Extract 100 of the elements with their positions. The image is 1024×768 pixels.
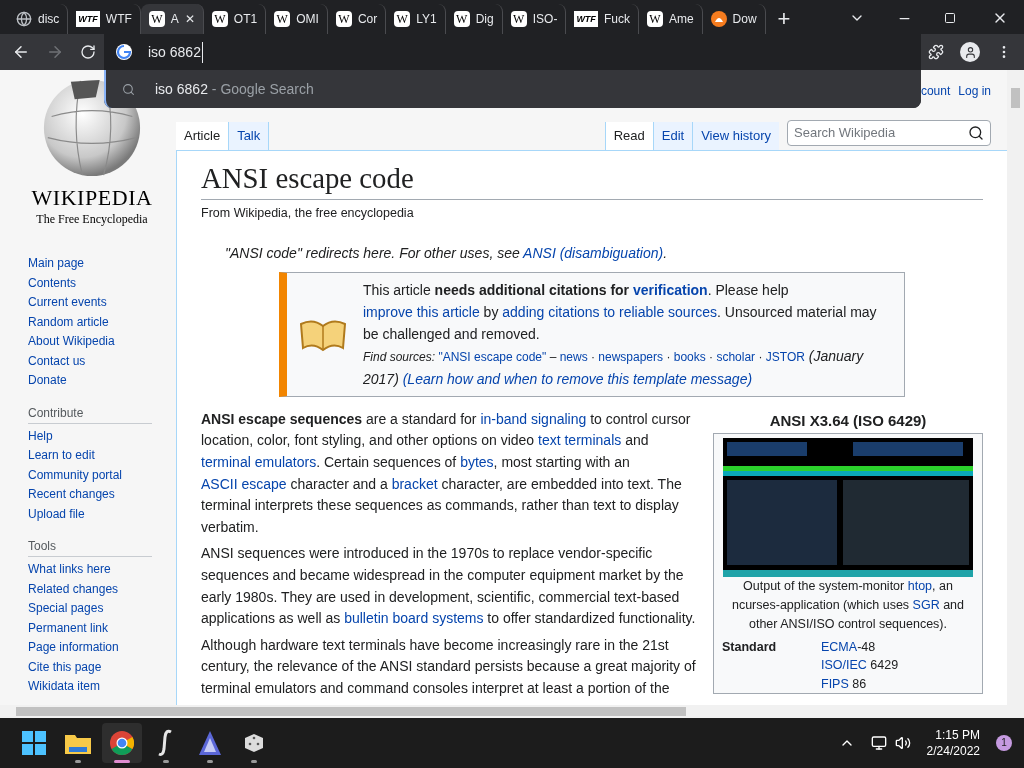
page-tab[interactable]: Talk	[229, 122, 270, 150]
flame-icon	[710, 11, 727, 27]
link[interactable]: newspapers	[598, 349, 664, 364]
nav-link[interactable]: Learn to edit	[28, 446, 152, 466]
link[interactable]: ANSI (disambiguation)	[523, 244, 664, 261]
link[interactable]: text terminals	[538, 432, 622, 449]
link[interactable]: improve this article	[363, 303, 480, 320]
triangle-icon[interactable]	[198, 730, 222, 756]
nav-link[interactable]: Donate	[28, 371, 152, 391]
link[interactable]: books	[673, 349, 706, 364]
link[interactable]: "ANSI escape code"	[438, 349, 547, 364]
link[interactable]: ISO/IEC	[821, 658, 867, 673]
link[interactable]: ASCII escape	[201, 475, 287, 492]
link[interactable]: ECMA	[821, 639, 858, 654]
profile-icon[interactable]	[960, 42, 980, 62]
extensions-icon[interactable]	[928, 44, 944, 60]
nav-heading: Tools	[28, 538, 152, 557]
nav-link[interactable]: Community portal	[28, 465, 152, 485]
page-tab[interactable]: Article	[176, 122, 230, 150]
folder-icon[interactable]	[65, 732, 91, 754]
paragraph: Although hardware text terminals have become increasingly rare in the 21st century, the relevance of the ANSI standard persists because a great majority of terminal emulators and command consoles interpret at least a portion of the	[201, 635, 697, 698]
page-tab[interactable]: Edit	[652, 122, 693, 150]
paragraph: ANSI sequences were introduced in the 1970s to replace vendor-specific sequences and became widespread in the computer equipment market by the early 1980s. They are used in development, scientific, commercial text-based applications as well as bulletin board systems to offer standardized functionality.	[201, 544, 697, 629]
notification-badge[interactable]: 1	[996, 735, 1012, 751]
reload-icon[interactable]	[80, 44, 96, 60]
nav-link[interactable]: Cite this page	[28, 657, 152, 677]
nav-link[interactable]: About Wikipedia	[28, 332, 152, 352]
horizontal-scrollbar[interactable]	[0, 705, 1024, 718]
clock[interactable]: 1:15 PM 2/24/2022	[926, 727, 980, 759]
network-icon[interactable]	[870, 735, 887, 751]
nav-link[interactable]: Random article	[28, 312, 152, 332]
tab-title: OT1	[233, 11, 258, 28]
taskbar-button[interactable]	[102, 723, 142, 763]
wiki-favicon: W	[453, 11, 470, 27]
paragraph: ANSI escape sequences are a standard for in-band signaling to control cursor location, color, font styling, and other options on video text terminals and terminal emulators. Certain sequences of bytes, most starting with an ASCII escape character and a bracket character, are embedded into text. The terminal interprets these sequences as commands, rather than text to display verbatim.	[201, 409, 692, 537]
tab-title: Fuck	[603, 11, 630, 28]
close-tab-button[interactable]: ✕	[184, 10, 195, 28]
vertical-scrollbar[interactable]	[1007, 70, 1024, 705]
nav-link[interactable]: What links here	[28, 560, 152, 580]
wiki-favicon: W	[211, 11, 228, 27]
link[interactable]: FIPS	[821, 676, 849, 691]
page-tab[interactable]: Read	[604, 122, 653, 150]
link[interactable]: JSTOR	[765, 349, 805, 364]
tab-title: disc	[38, 11, 60, 28]
new-tab-button[interactable]: +	[765, 4, 803, 34]
suggestion-row[interactable]: iso 6862 - Google Search	[104, 70, 921, 108]
nav-link[interactable]: Current events	[28, 293, 152, 313]
page-tab[interactable]: View history	[692, 122, 779, 150]
nav-link[interactable]: Special pages	[28, 599, 152, 619]
nav-link[interactable]: Recent changes	[28, 485, 152, 505]
tab-title: OMI	[296, 11, 319, 28]
link[interactable]: scholar	[716, 349, 756, 364]
infobox-value: ECMA-48	[821, 638, 877, 656]
dice-icon[interactable]	[242, 731, 266, 755]
windows-icon[interactable]	[22, 731, 46, 755]
search-icon[interactable]	[968, 125, 984, 141]
account-link[interactable]: count	[920, 82, 951, 122]
scrollbar-thumb[interactable]	[1011, 88, 1020, 108]
article-title: ANSI escape code	[201, 159, 983, 200]
link[interactable]: bulletin board systems	[344, 610, 484, 627]
link[interactable]: in-band signaling	[480, 410, 587, 427]
account-link[interactable]: Log in	[958, 82, 991, 122]
link[interactable]: bracket	[391, 475, 438, 492]
link[interactable]: SGR	[912, 597, 940, 612]
google-icon	[116, 44, 132, 60]
tab-title: Ame	[668, 11, 694, 28]
chrome-icon[interactable]	[110, 731, 134, 755]
nav-link[interactable]: Page information	[28, 638, 152, 658]
nav-link[interactable]: Related changes	[28, 579, 152, 599]
address-field[interactable]: iso 6862	[104, 34, 921, 70]
link[interactable]: verification	[632, 281, 708, 298]
find-sources: Find sources: "ANSI escape code" – news · newspapers · books · scholar · JSTOR (January 2017) (Learn how and when to remove this template message)	[363, 346, 865, 389]
restore-icon[interactable]	[944, 12, 956, 24]
globe-icon	[16, 11, 32, 27]
link[interactable]: bytes	[460, 453, 494, 470]
scrollbar-thumb[interactable]	[16, 707, 686, 716]
volume-icon[interactable]	[894, 735, 911, 751]
nav-link[interactable]: Help	[28, 426, 152, 446]
nav-link[interactable]: Upload file	[28, 504, 152, 524]
nav-link[interactable]: Permanent link	[28, 618, 152, 638]
nav-link[interactable]: Wikidata item	[28, 677, 152, 697]
wiki-favicon: W	[510, 11, 527, 27]
browser-tab[interactable]: W A ✕	[140, 4, 204, 34]
nav-link[interactable]: Contents	[28, 273, 152, 293]
link[interactable]: (Learn how and when to remove this template message)	[402, 370, 753, 387]
back-icon[interactable]	[12, 43, 30, 61]
search-field[interactable]: Search Wikipedia	[787, 120, 991, 146]
wtf-favicon: WTF	[574, 11, 598, 27]
nav-link[interactable]: Contact us	[28, 351, 152, 371]
running-indicator	[75, 760, 81, 763]
wiki-favicon: W	[394, 11, 411, 27]
image-caption: Output of the system-monitor htop, an ncurses-application (which uses SGR and other ANSI/ISO control sequences).	[730, 577, 966, 633]
logo-tagline: The Free Encyclopedia	[36, 211, 148, 228]
tab-title: LY1	[416, 11, 437, 28]
running-indicator	[251, 760, 257, 763]
infobox-title: ANSI X3.64 (ISO 6429)	[768, 410, 928, 431]
link[interactable]: news	[559, 349, 588, 364]
tab-title: Dow	[732, 11, 757, 28]
suggestion-text: iso 6862 - Google Search	[155, 79, 314, 99]
nav-link[interactable]: Main page	[28, 254, 152, 274]
